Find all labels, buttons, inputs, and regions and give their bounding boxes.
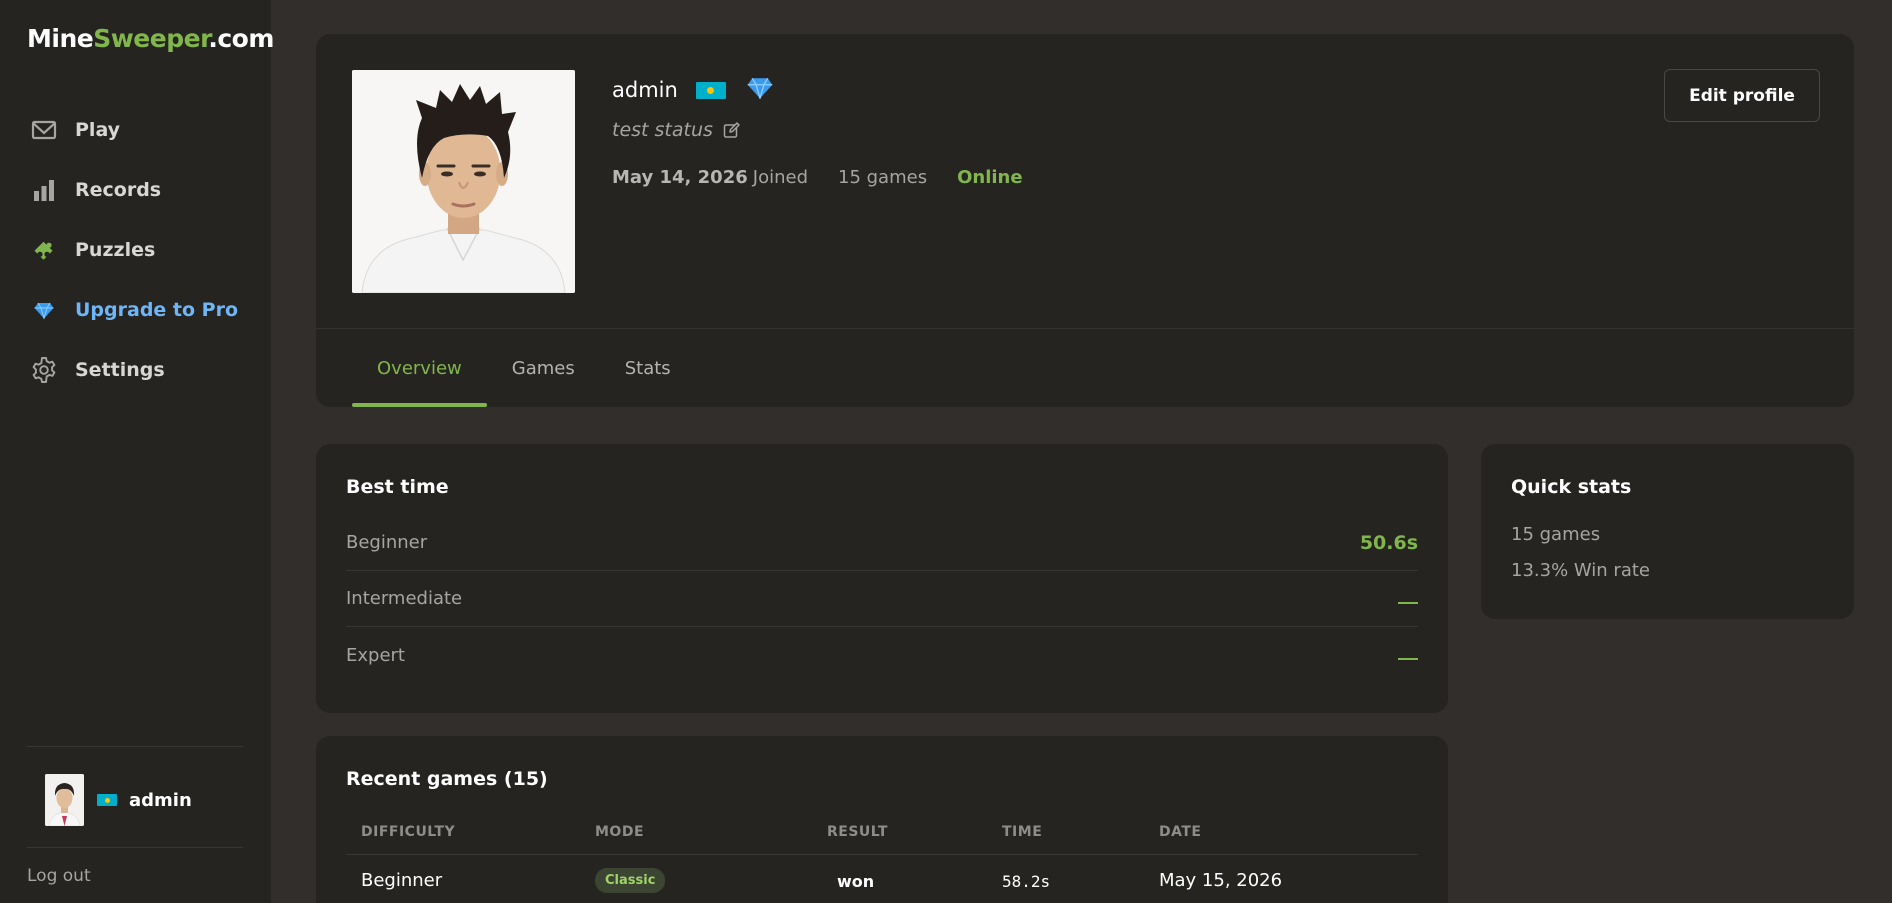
recent-games-title: Recent games (15) [346,768,548,790]
quick-stats-title: Quick stats [1511,476,1632,498]
sidebar-divider [27,847,243,848]
sidebar-item-label: Upgrade to Pro [75,299,239,321]
quick-stats-games: 15 games [1511,524,1601,545]
logo-text-sweeper: Sweeper [93,24,209,53]
empty-value-dash [1398,658,1418,660]
column-header-time[interactable]: TIME [1002,824,1042,840]
joined-date: May 14, 2026 [612,167,748,188]
column-header-date[interactable]: DATE [1159,824,1201,840]
best-time-row-beginner: Beginner 50.6s [346,515,1418,571]
profile-card-divider [316,328,1854,329]
sidebar-item-play[interactable]: Play [0,100,271,160]
sidebar-item-puzzles[interactable]: Puzzles [0,220,271,280]
gear-icon [30,356,58,384]
cell-result: won [837,872,875,891]
mode-badge: Classic [595,868,666,893]
profile-username: admin [612,78,678,102]
best-time-label: Beginner [346,532,428,553]
logo-text-mine: Mine [27,24,94,53]
tab-stats[interactable]: Stats [600,330,696,407]
quick-stats-win-rate: 13.3% Win rate [1511,560,1650,581]
profile-info: admin test status May 14, 2026 Joined 15… [612,76,1023,188]
sidebar-username: admin [129,789,192,811]
best-time-title: Best time [346,476,449,498]
cell-date: May 15, 2026 [1159,870,1283,891]
profile-avatar[interactable] [352,70,575,293]
games-count: 15 games [838,167,928,188]
online-status: Online [957,167,1023,188]
recent-games-card: Recent games (15) DIFFICULTY MODE RESULT… [316,736,1448,903]
best-time-value: 50.6s [1359,531,1418,554]
joined-label: Joined [752,167,808,188]
tab-overview[interactable]: Overview [352,330,487,407]
kazakhstan-flag-icon [97,794,117,806]
sidebar-item-records[interactable]: Records [0,160,271,220]
envelope-play-icon [30,116,58,144]
sidebar-divider [27,746,243,747]
best-time-row-expert: Expert [346,627,1418,683]
diamond-icon [30,296,58,324]
diamond-icon [747,77,773,103]
table-header-divider [346,854,1418,855]
avatar [45,774,84,826]
site-logo[interactable]: MineSweeper.com [27,24,274,53]
column-header-difficulty[interactable]: DIFFICULTY [361,824,455,840]
empty-value-dash [1398,601,1418,604]
sidebar-item-label: Puzzles [75,239,156,261]
best-time-row-intermediate: Intermediate [346,571,1418,627]
best-time-card: Best time Beginner 50.6s Intermediate Ex… [316,444,1448,713]
bar-chart-icon [30,176,58,204]
profile-name-row: admin [612,76,1023,104]
cell-time: 58.2s [1002,872,1051,891]
profile-tabs: Overview Games Stats [352,330,696,407]
sidebar: MineSweeper.com Play Records Puzzles Upg… [0,0,274,903]
kazakhstan-flag-icon [695,81,726,99]
profile-status-row: test status [612,119,1023,141]
sidebar-item-upgrade[interactable]: Upgrade to Pro [0,280,271,340]
sidebar-nav: Play Records Puzzles Upgrade to Pro Sett… [0,100,271,400]
sidebar-item-label: Settings [75,359,165,381]
best-time-label: Expert [346,644,405,666]
column-header-mode[interactable]: MODE [595,824,644,840]
column-header-result[interactable]: RESULT [827,824,888,840]
logout-link[interactable]: Log out [27,866,91,886]
logo-text-com: .com [208,24,274,53]
sidebar-item-label: Play [75,119,121,141]
profile-meta-row: May 14, 2026 Joined 15 games Online [612,167,1023,188]
tab-games[interactable]: Games [487,330,600,407]
pencil-edit-icon[interactable] [723,121,740,139]
puzzle-icon [30,236,58,264]
profile-header-card: admin test status May 14, 2026 Joined 15… [316,34,1854,407]
sidebar-user[interactable]: admin [45,774,192,826]
cell-difficulty: Beginner [361,870,443,891]
best-time-label: Intermediate [346,588,463,609]
edit-profile-button[interactable]: Edit profile [1664,69,1820,122]
sidebar-item-label: Records [75,179,162,201]
quick-stats-card: Quick stats 15 games 13.3% Win rate [1481,444,1854,619]
profile-status-text: test status [612,119,713,141]
sidebar-item-settings[interactable]: Settings [0,340,271,400]
